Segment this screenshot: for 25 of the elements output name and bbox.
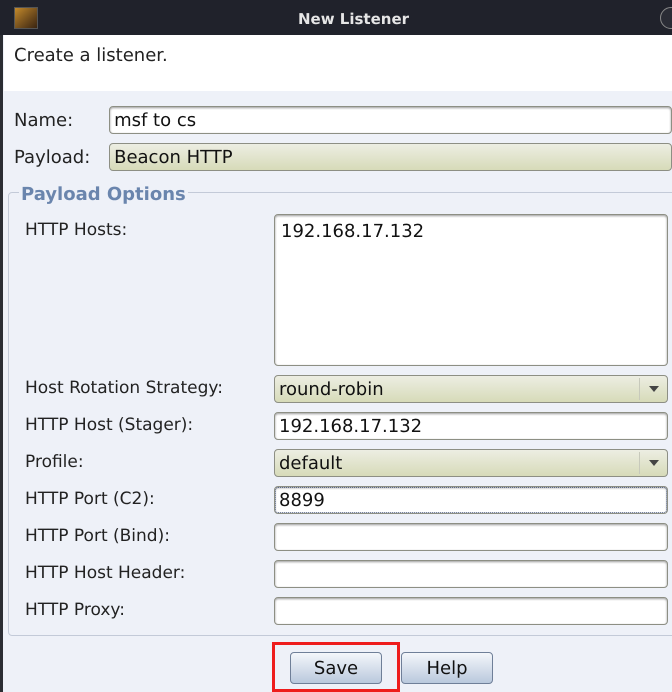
field-label: Name:	[14, 108, 74, 133]
input-field[interactable]: msf to cs	[109, 106, 672, 134]
dropdown[interactable]: default	[274, 449, 668, 478]
window-title: New Listener	[298, 9, 410, 30]
input-field[interactable]: 192.168.17.132	[274, 412, 668, 440]
field-label: Host Rotation Strategy:	[25, 377, 224, 400]
field-label: HTTP Proxy:	[25, 599, 126, 622]
help-button[interactable]: Help	[401, 652, 493, 684]
input-field[interactable]	[274, 523, 668, 552]
field-label: HTTP Hosts:	[25, 219, 128, 242]
field-label: HTTP Port (C2):	[25, 488, 156, 512]
field-label: Profile:	[25, 451, 85, 474]
description-text: Create a listener.	[14, 45, 168, 66]
save-button[interactable]: Save	[290, 652, 382, 684]
field-label: Payload:	[14, 146, 92, 170]
field-label: HTTP Host Header:	[25, 562, 186, 586]
field-label: HTTP Host (Stager):	[25, 414, 194, 438]
app-icon	[14, 6, 38, 28]
dropdown[interactable]: Beacon HTTP	[109, 143, 672, 172]
input-field[interactable]: 8899	[274, 486, 668, 514]
dropdown[interactable]: round-robin	[274, 375, 668, 404]
field-label: HTTP Port (Bind):	[25, 525, 171, 548]
text-area[interactable]: 192.168.17.132	[274, 214, 668, 366]
input-field[interactable]	[274, 560, 668, 588]
input-field[interactable]	[274, 597, 668, 626]
